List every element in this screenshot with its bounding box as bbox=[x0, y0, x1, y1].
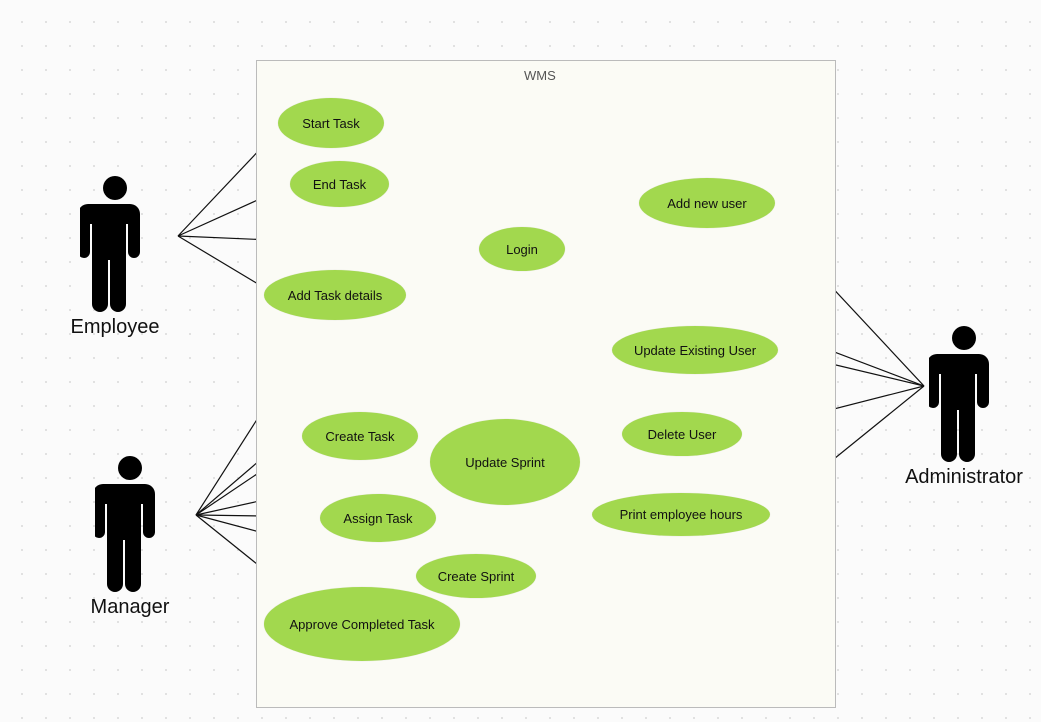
actor-label: Administrator bbox=[894, 466, 1034, 489]
usecase-label: Login bbox=[506, 242, 538, 257]
usecase-update-sprint: Update Sprint bbox=[430, 419, 580, 505]
usecase-label: Assign Task bbox=[343, 511, 412, 526]
usecase-label: End Task bbox=[313, 177, 366, 192]
usecase-label: Create Sprint bbox=[438, 569, 515, 584]
actor-label: Employee bbox=[55, 316, 175, 339]
system-title: WMS bbox=[524, 68, 556, 83]
usecase-start-task: Start Task bbox=[278, 98, 384, 148]
usecase-label: Print employee hours bbox=[620, 507, 743, 522]
usecase-end-task: End Task bbox=[290, 161, 389, 207]
person-icon bbox=[929, 322, 999, 462]
usecase-label: Start Task bbox=[302, 116, 360, 131]
usecase-label: Approve Completed Task bbox=[289, 617, 434, 632]
usecase-label: Update Existing User bbox=[634, 343, 756, 358]
diagram-canvas: WMS Start Task End Task Login Add Task d… bbox=[0, 0, 1041, 722]
actor-label: Manager bbox=[70, 596, 190, 619]
usecase-label: Add new user bbox=[667, 196, 747, 211]
usecase-create-task: Create Task bbox=[302, 412, 418, 460]
usecase-create-sprint: Create Sprint bbox=[416, 554, 536, 598]
person-icon bbox=[95, 452, 165, 592]
usecase-label: Create Task bbox=[325, 429, 394, 444]
usecase-update-existing-user: Update Existing User bbox=[612, 326, 778, 374]
actor-administrator: Administrator bbox=[894, 322, 1034, 489]
usecase-label: Delete User bbox=[648, 427, 717, 442]
person-icon bbox=[80, 172, 150, 312]
actor-manager: Manager bbox=[70, 452, 190, 619]
usecase-login: Login bbox=[479, 227, 565, 271]
usecase-add-new-user: Add new user bbox=[639, 178, 775, 228]
actor-employee: Employee bbox=[55, 172, 175, 339]
usecase-print-employee-hours: Print employee hours bbox=[592, 493, 770, 536]
usecase-add-task-details: Add Task details bbox=[264, 270, 406, 320]
usecase-approve-completed-task: Approve Completed Task bbox=[264, 587, 460, 661]
usecase-delete-user: Delete User bbox=[622, 412, 742, 456]
usecase-label: Add Task details bbox=[288, 288, 382, 303]
usecase-assign-task: Assign Task bbox=[320, 494, 436, 542]
usecase-label: Update Sprint bbox=[465, 455, 545, 470]
